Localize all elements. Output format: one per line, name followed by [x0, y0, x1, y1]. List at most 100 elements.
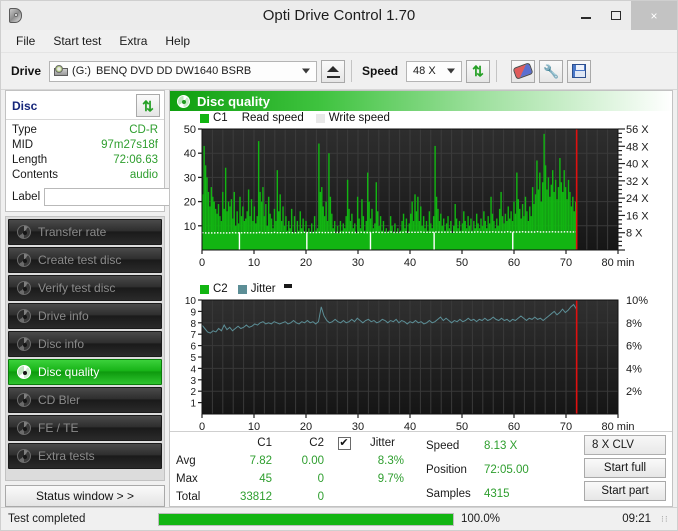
- stats-avg-jitter: 8.3%: [364, 453, 412, 469]
- disc-info-title: Disc: [12, 99, 37, 113]
- refresh-icon: ⇅: [142, 99, 154, 113]
- start-part-button[interactable]: Start part: [584, 481, 666, 501]
- start-full-button[interactable]: Start full: [584, 458, 666, 478]
- c1-legend: C1 Read speed Write speed: [200, 112, 390, 124]
- position-info-label: Position: [426, 462, 484, 478]
- sidebar-item-drive-info[interactable]: Drive info: [8, 303, 162, 329]
- resize-grip-icon[interactable]: ⁝⁝: [661, 514, 673, 525]
- panel-title: Disc quality: [197, 94, 270, 109]
- disc-icon: [17, 281, 31, 295]
- maximize-button[interactable]: [601, 1, 631, 30]
- svg-text:40 X: 40 X: [626, 159, 649, 171]
- stats-info: Speed 8.13 X Position 72:05.00 Samples 4…: [426, 434, 546, 506]
- stats-max-c1: 45: [212, 471, 272, 487]
- c2-jitter-chart[interactable]: C2 Jitter 123456789102%4%6%8%10%01020304…: [170, 283, 672, 443]
- menu-start-test[interactable]: Start test: [44, 32, 110, 50]
- stats-max-c2: 0: [272, 471, 324, 487]
- stats-row-label-avg: Avg: [176, 453, 212, 469]
- clv-select[interactable]: 8 X CLV: [584, 435, 666, 455]
- app-disc-icon: [7, 7, 25, 25]
- disc-row-value: 72:06.63: [113, 153, 158, 168]
- sidebar-item-transfer-rate[interactable]: Transfer rate: [8, 219, 162, 245]
- sidebar-item-label: Create test disc: [38, 253, 121, 267]
- svg-text:0: 0: [199, 257, 205, 269]
- save-button[interactable]: [567, 60, 591, 83]
- drive-label: Drive: [11, 64, 41, 78]
- stats-row-label-max: Max: [176, 471, 212, 487]
- legend-swatch-extra: [284, 284, 292, 288]
- menu-file[interactable]: File: [7, 32, 44, 50]
- svg-text:6: 6: [190, 342, 196, 353]
- menu-extra[interactable]: Extra: [110, 32, 156, 50]
- disc-refresh-button[interactable]: ⇅: [136, 94, 160, 117]
- sidebar-item-create-test-disc[interactable]: Create test disc: [8, 247, 162, 273]
- c2-legend: C2 Jitter: [200, 283, 292, 295]
- close-button[interactable]: ×: [631, 1, 677, 30]
- minimize-button[interactable]: [571, 1, 601, 30]
- legend-swatch-write-speed: [316, 114, 325, 123]
- elapsed-time: 09:21: [622, 513, 651, 525]
- drive-select-value: (G:)BENQ DVD DD DW1640 BSRB: [72, 65, 251, 77]
- disc-quality-icon: [177, 95, 190, 108]
- sidebar-item-disc-info[interactable]: Disc info: [8, 331, 162, 357]
- sidebar-item-label: Transfer rate: [38, 225, 106, 239]
- svg-text:40: 40: [184, 148, 196, 160]
- sidebar-item-label: Verify test disc: [38, 281, 115, 295]
- stats-total-c2: 0: [272, 489, 324, 505]
- speed-select[interactable]: 48 X: [406, 61, 462, 82]
- svg-text:0: 0: [199, 421, 205, 433]
- sidebar-item-extra-tests[interactable]: Extra tests: [8, 443, 162, 469]
- svg-text:60: 60: [508, 257, 520, 269]
- drive-select[interactable]: (G:)BENQ DVD DD DW1640 BSRB: [49, 61, 317, 82]
- svg-text:9: 9: [190, 307, 196, 318]
- disc-info-box: Disc ⇅ Type CD-R MID 97m27s18f Le: [5, 90, 165, 212]
- erase-button[interactable]: [511, 60, 535, 83]
- disc-icon: [17, 225, 31, 239]
- disc-info-rows: Type CD-R MID 97m27s18f Length 72:06.63 …: [6, 120, 164, 211]
- svg-text:50: 50: [184, 125, 196, 136]
- menu-help[interactable]: Help: [156, 32, 199, 50]
- main-body: Disc ⇅ Type CD-R MID 97m27s18f Le: [1, 90, 677, 507]
- svg-text:16 X: 16 X: [626, 210, 649, 222]
- svg-text:7: 7: [190, 330, 196, 341]
- stats-actions: 8 X CLV Start full Start part: [584, 434, 666, 506]
- legend-swatch-c2: [200, 285, 209, 294]
- disc-row-mid: MID 97m27s18f: [12, 138, 158, 153]
- sidebar-item-fe-te[interactable]: FE / TE: [8, 415, 162, 441]
- sidebar-item-disc-quality[interactable]: Disc quality: [8, 359, 162, 385]
- toolbar-divider-2: [496, 60, 497, 82]
- samples-info-label: Samples: [426, 486, 484, 502]
- disc-icon: [17, 421, 31, 435]
- svg-text:24 X: 24 X: [626, 193, 649, 205]
- disc-icon: [17, 337, 31, 351]
- disc-icon: [17, 253, 31, 267]
- clv-select-value: 8 X CLV: [592, 439, 634, 451]
- svg-text:30: 30: [352, 421, 364, 433]
- progress-bar: [158, 513, 454, 526]
- svg-text:40: 40: [404, 421, 416, 433]
- c1-chart[interactable]: C1 Read speed Write speed 10203040508 X1…: [170, 111, 672, 281]
- status-window-button[interactable]: Status window > >: [5, 485, 165, 507]
- svg-text:50: 50: [456, 421, 468, 433]
- svg-text:30: 30: [184, 172, 196, 184]
- sidebar-nav: Transfer rate Create test disc Verify te…: [5, 216, 165, 481]
- samples-info-value: 4315: [484, 486, 546, 502]
- refresh-button[interactable]: ⇅: [466, 60, 490, 83]
- svg-text:6%: 6%: [626, 341, 642, 353]
- chevron-down-icon: [302, 69, 310, 74]
- tools-button[interactable]: 🔧: [539, 60, 563, 83]
- sidebar-item-verify-test-disc[interactable]: Verify test disc: [8, 275, 162, 301]
- sidebar-item-label: FE / TE: [38, 421, 78, 435]
- stats-max-jitter: 9.7%: [364, 471, 412, 487]
- svg-text:8: 8: [190, 319, 196, 330]
- svg-text:8%: 8%: [626, 318, 642, 330]
- stats-total-c1: 33812: [212, 489, 272, 505]
- disc-label-key: Label: [12, 191, 40, 203]
- svg-text:30: 30: [352, 257, 364, 269]
- disc-icon: [17, 309, 31, 323]
- sidebar-item-cd-bler[interactable]: CD Bler: [8, 387, 162, 413]
- svg-text:4%: 4%: [626, 363, 642, 375]
- eject-button[interactable]: [321, 60, 345, 83]
- svg-text:70: 70: [560, 421, 572, 433]
- sidebar-item-label: Disc info: [38, 337, 84, 351]
